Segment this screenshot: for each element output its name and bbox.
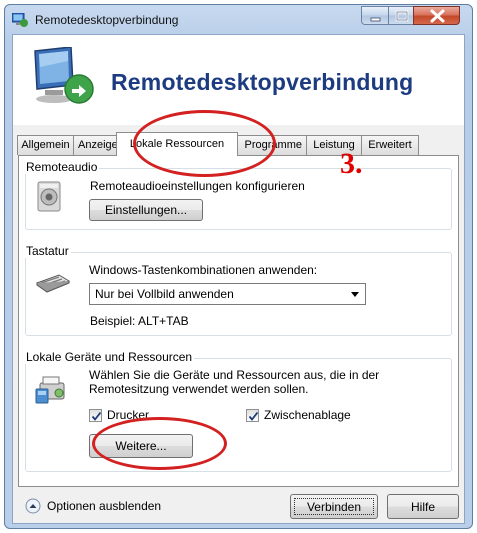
remote-desktop-large-icon <box>34 47 94 104</box>
rdp-window: Remotedesktopverbindung Remotedesktopver… <box>4 4 473 529</box>
geraete-description-line1: Wählen Sie die Geräte und Ressourcen aus… <box>89 368 380 382</box>
banner-title: Remotedesktopverbindung <box>111 69 414 95</box>
group-tastatur: Tastatur Windows-Tastenkombinationen anw… <box>25 244 452 336</box>
hide-options-link[interactable]: Optionen ausblenden <box>47 499 161 513</box>
tab-lokale-ressourcen[interactable]: Lokale Ressourcen <box>116 132 238 156</box>
close-button[interactable] <box>413 6 460 25</box>
group-label-lokale-geraete: Lokale Geräte und Ressourcen <box>25 350 195 364</box>
title-bar[interactable]: Remotedesktopverbindung <box>5 5 472 35</box>
tab-erweitert[interactable]: Erweitert <box>361 135 419 155</box>
tab-programme[interactable]: Programme <box>237 135 307 155</box>
tabs-area: Allgemein Anzeige Lokale Ressourcen Prog… <box>13 125 464 523</box>
keyboard-combo-select[interactable]: Nur bei Vollbild anwenden <box>89 283 366 305</box>
keyboard-icon <box>35 274 71 293</box>
settings-button[interactable]: Einstellungen... <box>89 199 203 221</box>
checkmark-icon <box>91 411 102 421</box>
close-icon <box>430 9 445 23</box>
tastatur-description: Windows-Tastenkombinationen anwenden: <box>89 263 318 277</box>
printer-checkbox-label[interactable]: Drucker <box>107 408 149 422</box>
connect-button[interactable]: Verbinden <box>290 494 378 519</box>
tab-anzeige[interactable]: Anzeige <box>73 135 117 155</box>
group-remoteaudio: Remoteaudio Remoteaudioeinstellungen kon… <box>25 160 452 230</box>
minimize-button[interactable] <box>361 6 389 25</box>
clipboard-checkbox[interactable] <box>246 409 259 422</box>
keyboard-combo-value: Nur bei Vollbild anwenden <box>95 287 234 301</box>
help-button[interactable]: Hilfe <box>387 494 459 519</box>
minimize-icon <box>370 17 381 22</box>
more-button[interactable]: Weitere... <box>89 434 193 458</box>
clipboard-checkbox-label[interactable]: Zwischenablage <box>264 408 351 422</box>
chevron-down-icon <box>351 292 359 297</box>
window-title: Remotedesktopverbindung <box>35 13 179 27</box>
bottom-bar: Optionen ausblenden Verbinden Hilfe <box>13 487 464 523</box>
remoteaudio-description: Remoteaudioeinstellungen konfigurieren <box>90 179 305 193</box>
banner: Remotedesktopverbindung <box>13 35 464 125</box>
maximize-button[interactable] <box>388 6 414 25</box>
devices-icon <box>35 376 65 404</box>
group-lokale-geraete: Lokale Geräte und Ressourcen Wählen Sie … <box>25 350 452 472</box>
tab-panel-lokale-ressourcen: Remoteaudio Remoteaudioeinstellungen kon… <box>18 155 459 487</box>
maximize-icon <box>395 10 409 22</box>
chevron-up-circle-icon[interactable] <box>25 498 41 514</box>
speaker-icon <box>37 181 61 212</box>
remote-desktop-app-icon <box>12 13 28 27</box>
group-label-tastatur: Tastatur <box>25 244 71 258</box>
client-area: Remotedesktopverbindung Allgemein Anzeig… <box>12 34 465 524</box>
checkmark-icon <box>248 411 259 421</box>
tab-allgemein[interactable]: Allgemein <box>17 135 74 155</box>
geraete-description-line2: Remotesitzung verwendet werden sollen. <box>89 382 309 396</box>
group-label-remoteaudio: Remoteaudio <box>25 160 100 174</box>
printer-checkbox[interactable] <box>89 409 102 422</box>
annotation-step-number: 3. <box>340 147 363 180</box>
tastatur-example: Beispiel: ALT+TAB <box>90 314 189 328</box>
